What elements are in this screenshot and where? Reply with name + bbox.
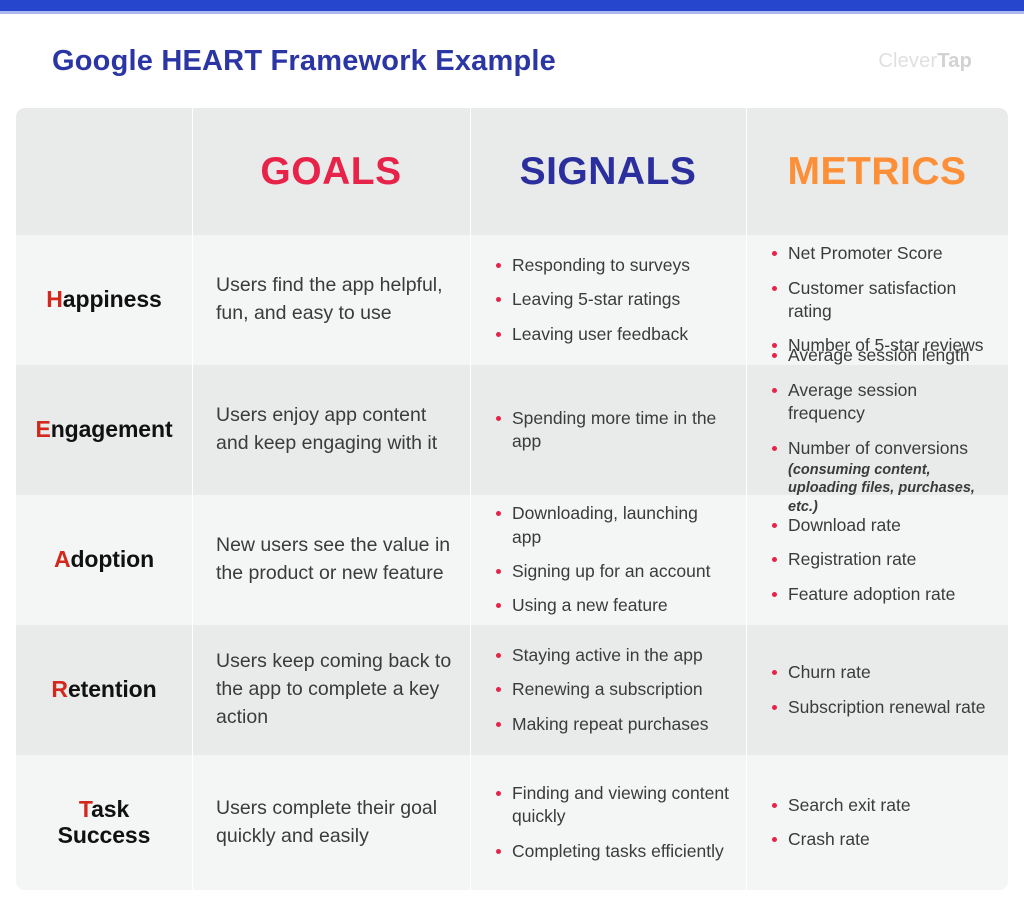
signals-list: Responding to surveys Leaving 5-star rat… [486, 254, 730, 346]
list-item: Subscription renewal rate [770, 696, 992, 719]
list-item: Search exit rate [770, 794, 992, 817]
list-item: Finding and viewing content quickly [494, 782, 730, 829]
signals-cell: Responding to surveys Leaving 5-star rat… [470, 235, 746, 365]
list-item: Staying active in the app [494, 644, 730, 667]
infographic-page: Google HEART Framework Example CleverTap… [0, 0, 1024, 903]
dimension-initial: R [51, 676, 68, 703]
top-accent-bar [0, 0, 1024, 11]
list-item: Using a new feature [494, 594, 730, 617]
dimension-rest-line2: Success [57, 821, 151, 848]
signals-list: Downloading, launching app Signing up fo… [486, 502, 730, 618]
signals-list: Finding and viewing content quickly Comp… [486, 782, 730, 863]
list-item: Downloading, launching app [494, 502, 730, 549]
metrics-cell: Average session length Average session f… [746, 345, 1008, 515]
table-row: Engagement Users enjoy app content and k… [16, 345, 1008, 515]
logo-text-bold: Tap [937, 49, 972, 72]
metrics-cell: Download rate Registration rate Feature … [746, 495, 1008, 625]
logo-text-light: Clever [878, 49, 938, 72]
table-header-row: GOALS SIGNALS METRICS [16, 108, 1008, 235]
list-item-label: Number of conversions [788, 437, 968, 458]
goal-text: New users see the value in the product o… [216, 534, 451, 584]
dimension-name: Adoption [53, 546, 155, 573]
list-item: Average session frequency [770, 379, 992, 426]
metrics-list: Net Promoter Score Customer satisfaction… [762, 242, 992, 358]
goal-text: Users complete their goal quickly and ea… [216, 796, 438, 847]
goal-text: Users keep coming back to the app to com… [216, 650, 452, 728]
goal-cell: Users find the app helpful, fun, and eas… [192, 235, 470, 365]
dimension-cell: Engagement [16, 365, 192, 495]
list-item: Customer satisfaction rating [770, 277, 992, 324]
list-item: Spending more time in the app [494, 407, 730, 454]
page-title: Google HEART Framework Example [52, 44, 556, 77]
metrics-list: Average session length Average session f… [762, 344, 992, 516]
dimension-name: Engagement [35, 416, 173, 443]
list-item: Crash rate [770, 828, 992, 851]
dimension-rest: doption [70, 546, 155, 573]
dimension-rest: appiness [62, 286, 162, 313]
column-header-metrics: METRICS [746, 108, 1008, 235]
page-header: Google HEART Framework Example CleverTap [0, 14, 1024, 108]
signals-cell: Downloading, launching app Signing up fo… [470, 495, 746, 625]
signals-list: Spending more time in the app [486, 407, 730, 454]
list-item: Download rate [770, 514, 992, 537]
dimension-rest: ask [91, 795, 130, 822]
clevertap-logo: CleverTap [878, 50, 972, 73]
dimension-cell: Task Success [16, 755, 192, 890]
goal-cell: New users see the value in the product o… [192, 495, 470, 625]
list-item: Renewing a subscription [494, 678, 730, 701]
column-header-dimension [16, 108, 192, 235]
dimension-initial: T [78, 795, 92, 822]
dimension-name: Retention [51, 676, 157, 703]
goal-cell: Users keep coming back to the app to com… [192, 625, 470, 755]
dimension-initial: E [35, 416, 51, 443]
dimension-initial: A [53, 546, 71, 573]
signals-list: Staying active in the app Renewing a sub… [486, 644, 730, 736]
table-row: Adoption New users see the value in the … [16, 495, 1008, 625]
goal-cell: Users enjoy app content and keep engagin… [192, 365, 470, 495]
list-item: Making repeat purchases [494, 713, 730, 736]
signals-cell: Finding and viewing content quickly Comp… [470, 755, 746, 890]
goal-cell: Users complete their goal quickly and ea… [192, 755, 470, 890]
metrics-list: Download rate Registration rate Feature … [762, 514, 992, 606]
heart-framework-table: GOALS SIGNALS METRICS Happiness Users fi… [16, 108, 1008, 890]
goal-text: Users enjoy app content and keep engagin… [216, 404, 438, 454]
list-item: Signing up for an account [494, 560, 730, 583]
list-item: Average session length [770, 344, 992, 367]
table-row: Retention Users keep coming back to the … [16, 625, 1008, 755]
dimension-rest: etention [67, 676, 157, 703]
list-item: Registration rate [770, 548, 992, 571]
column-header-goals-label: GOALS [260, 150, 402, 193]
list-item: Net Promoter Score [770, 242, 992, 265]
table-row: Task Success Users complete their goal qu… [16, 755, 1008, 890]
dimension-cell: Adoption [16, 495, 192, 625]
column-header-signals-label: SIGNALS [519, 150, 697, 193]
dimension-cell: Happiness [16, 235, 192, 365]
signals-cell: Spending more time in the app [470, 365, 746, 495]
list-item: Responding to surveys [494, 254, 730, 277]
metrics-list: Search exit rate Crash rate [762, 794, 992, 852]
list-item: Churn rate [770, 661, 992, 684]
list-item: Leaving 5-star ratings [494, 288, 730, 311]
dimension-initial: H [46, 286, 63, 313]
list-item: Completing tasks efficiently [494, 840, 730, 863]
goal-text: Users find the app helpful, fun, and eas… [216, 274, 443, 324]
column-header-signals: SIGNALS [470, 108, 746, 235]
metrics-cell: Churn rate Subscription renewal rate [746, 625, 1008, 755]
list-item: Leaving user feedback [494, 323, 730, 346]
metrics-cell: Search exit rate Crash rate [746, 755, 1008, 890]
dimension-rest: ngagement [50, 416, 173, 443]
dimension-name: Task Success [57, 795, 151, 849]
dimension-name: Happiness [46, 286, 162, 313]
list-item: Feature adoption rate [770, 583, 992, 606]
column-header-goals: GOALS [192, 108, 470, 235]
dimension-cell: Retention [16, 625, 192, 755]
column-header-metrics-label: METRICS [787, 150, 967, 193]
signals-cell: Staying active in the app Renewing a sub… [470, 625, 746, 755]
metrics-list: Churn rate Subscription renewal rate [762, 661, 992, 719]
